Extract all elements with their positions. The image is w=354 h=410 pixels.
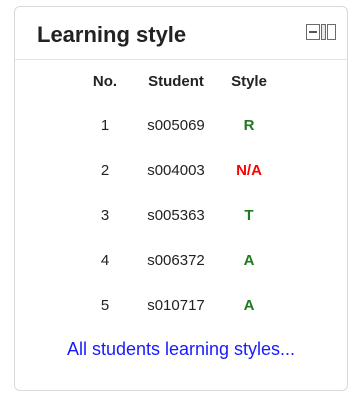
student-id: s006372 [147, 252, 205, 269]
row-number: 4 [100, 252, 110, 269]
block-header: Learning style [15, 7, 347, 60]
learning-style-value: A [243, 297, 255, 314]
learning-style-value: R [243, 117, 255, 134]
student-id: s005069 [147, 117, 205, 134]
table-row: 1 s005069 R [15, 103, 347, 148]
row-number: 3 [100, 207, 110, 224]
student-id: s004003 [147, 162, 205, 179]
student-id: s010717 [147, 297, 205, 314]
row-number: 1 [100, 117, 110, 134]
learning-style-value: T [244, 207, 254, 224]
table-row: 5 s010717 A [15, 283, 347, 328]
table-row: 2 s004003 N/A [15, 148, 347, 193]
column-header-style: Style [231, 72, 267, 90]
learning-style-block: Learning style No. Student Style 1 s0050… [14, 6, 348, 391]
column-header-no: No. [92, 72, 118, 90]
dock-block-button[interactable] [306, 24, 336, 40]
table-row: 3 s005363 T [15, 193, 347, 238]
learning-style-value: N/A [236, 162, 262, 179]
student-id: s005363 [147, 207, 205, 224]
learning-style-table: No. Student Style 1 s005069 R 2 s004003 … [15, 59, 347, 328]
block-title: Learning style [37, 22, 187, 47]
table-header-row: No. Student Style [15, 59, 347, 103]
learning-style-value: A [243, 252, 255, 269]
row-number: 2 [100, 162, 110, 179]
dock-block-icon [306, 24, 336, 40]
column-header-student: Student [148, 72, 204, 90]
table-row: 4 s006372 A [15, 238, 347, 283]
all-students-learning-styles-link[interactable]: All students learning styles... [15, 339, 347, 360]
row-number: 5 [100, 297, 110, 314]
